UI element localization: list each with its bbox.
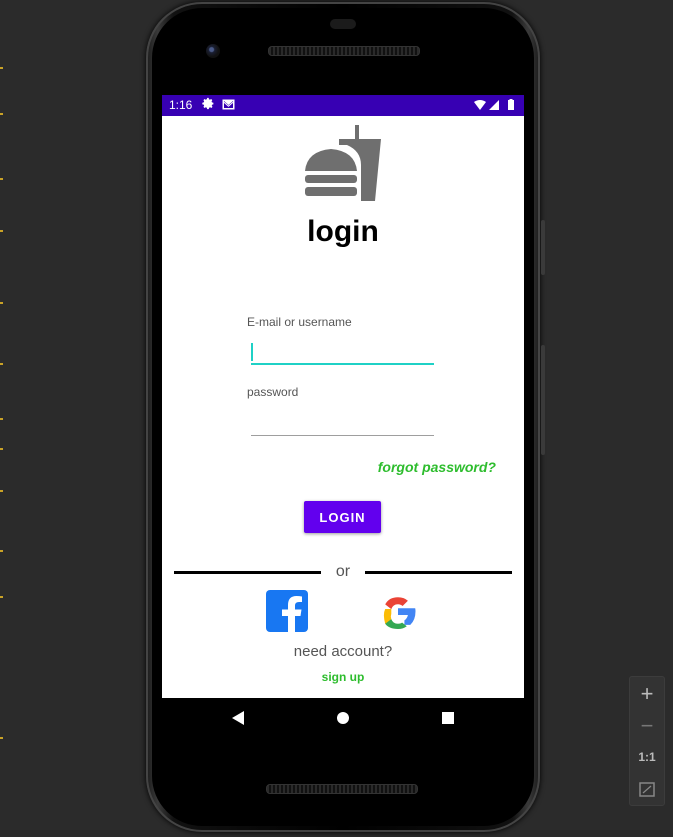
top-speaker — [268, 46, 420, 56]
divider-line-right — [365, 571, 512, 574]
mail-icon — [222, 99, 235, 113]
password-underline — [251, 435, 434, 436]
app-screen: 1:16 login E-mail or username password f… — [162, 95, 524, 698]
home-icon[interactable] — [336, 710, 350, 726]
front-camera — [206, 44, 220, 58]
forgot-password-link[interactable]: forgot password? — [378, 459, 496, 475]
password-input[interactable] — [251, 409, 434, 433]
fit-screen-icon[interactable] — [630, 782, 664, 798]
volume-button — [541, 220, 545, 275]
recents-icon[interactable] — [441, 710, 455, 726]
email-input[interactable] — [251, 339, 434, 363]
status-bar: 1:16 — [162, 95, 524, 116]
battery-icon — [508, 99, 514, 110]
zoom-controls: + − 1:1 — [629, 676, 665, 806]
status-right-icons — [474, 99, 518, 114]
actual-size-button[interactable]: 1:1 — [630, 750, 664, 764]
gear-icon — [202, 97, 215, 113]
power-button — [541, 345, 545, 455]
nav-bar — [162, 698, 524, 740]
text-caret — [251, 343, 253, 361]
need-account-text: need account? — [293, 643, 393, 660]
signal-icon — [489, 100, 499, 110]
google-icon[interactable] — [377, 590, 419, 632]
zoom-out-button[interactable]: − — [630, 713, 664, 739]
login-button[interactable]: LOGIN — [304, 501, 381, 533]
bottom-speaker — [266, 784, 418, 794]
proximity-sensor — [330, 19, 356, 29]
email-underline — [251, 363, 434, 365]
burger-drink-logo-icon — [305, 125, 381, 201]
page-title: login — [307, 215, 379, 248]
email-label: E-mail or username — [247, 315, 352, 329]
status-time: 1:16 — [169, 98, 193, 112]
back-icon[interactable] — [231, 710, 245, 726]
zoom-in-button[interactable]: + — [630, 681, 664, 707]
facebook-icon[interactable] — [266, 590, 308, 632]
wifi-icon — [474, 100, 486, 110]
sign-up-link[interactable]: sign up — [162, 670, 524, 684]
ruler-ticks — [0, 0, 4, 837]
password-label: password — [247, 385, 299, 399]
